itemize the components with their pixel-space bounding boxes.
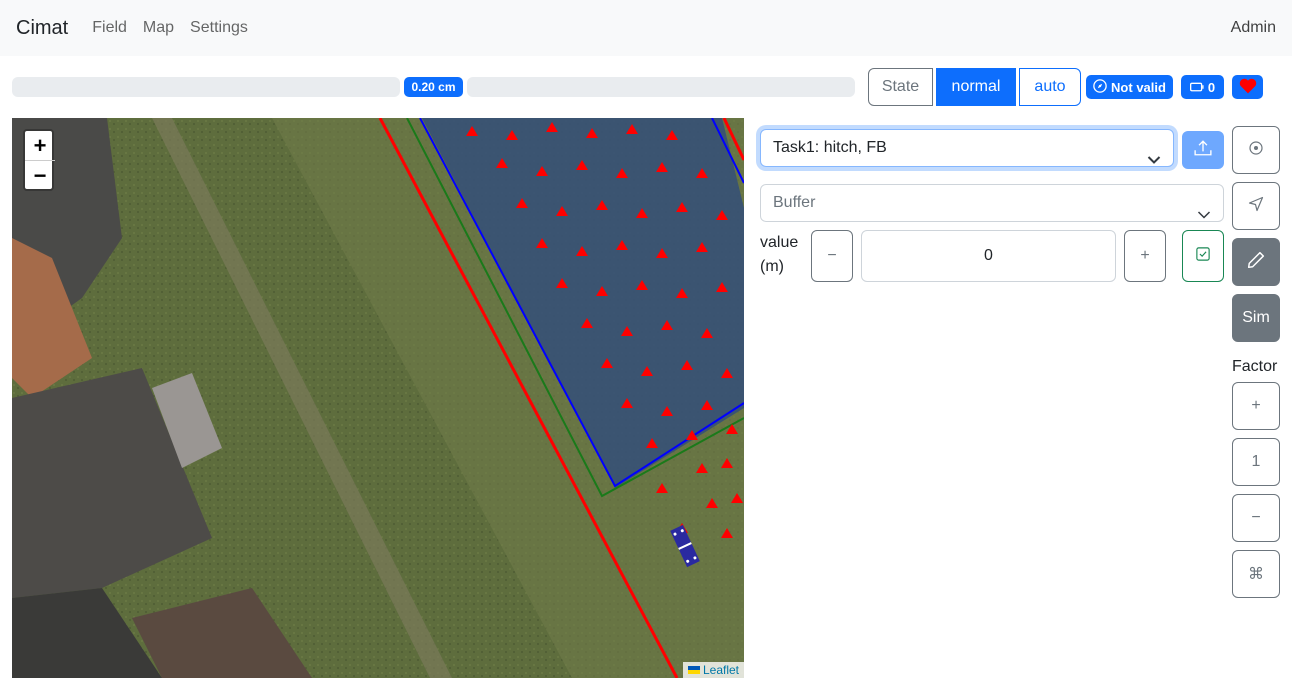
upload-button[interactable] — [1182, 131, 1224, 169]
pencil-icon — [1247, 251, 1265, 274]
chevron-down-icon — [1197, 198, 1211, 234]
buffer-select-value: Buffer — [773, 194, 816, 211]
value-input[interactable]: 0 — [861, 230, 1116, 282]
sim-button[interactable]: Sim — [1232, 294, 1280, 342]
value-label: value (m) — [760, 231, 798, 279]
value-decrement-button[interactable]: − — [811, 230, 853, 282]
zoom-in-button[interactable]: + — [25, 131, 55, 160]
mode-normal-button[interactable]: normal — [936, 68, 1016, 106]
chevron-down-icon — [1147, 143, 1161, 179]
factor-increment-button[interactable]: + — [1232, 382, 1280, 430]
xtrack-bar-left — [12, 77, 400, 97]
map[interactable]: + − Leaflet — [12, 118, 744, 678]
edit-button[interactable] — [1232, 238, 1280, 286]
mode-auto-button[interactable]: auto — [1019, 68, 1081, 106]
navigation-icon — [1248, 196, 1264, 217]
validity-badge: Not valid — [1086, 75, 1173, 99]
value-label-line2: (m) — [760, 258, 784, 275]
state-button[interactable]: State — [868, 68, 933, 106]
navbar: Cimat Field Map Settings Admin — [0, 0, 1292, 56]
confirm-button[interactable] — [1182, 230, 1224, 282]
task-select[interactable]: Task1: hitch, FB — [760, 129, 1174, 167]
mode-button-group: State normal auto — [868, 68, 1081, 106]
heartbeat-badge — [1232, 75, 1263, 99]
check-square-icon — [1196, 246, 1210, 266]
compass-icon — [1093, 78, 1107, 96]
locate-button[interactable] — [1232, 126, 1280, 174]
battery-count: 0 — [1207, 79, 1216, 95]
heart-icon — [1239, 78, 1257, 97]
navigate-button[interactable] — [1232, 182, 1280, 230]
zoom-out-button[interactable]: − — [25, 160, 55, 189]
command-button[interactable]: ⌘ — [1232, 550, 1280, 598]
task-select-value: Task1: hitch, FB — [773, 139, 887, 156]
battery-badge: 0 — [1181, 75, 1224, 99]
validity-text: Not valid — [1111, 79, 1166, 95]
nav-settings[interactable]: Settings — [190, 19, 248, 37]
value-label-line1: value — [760, 234, 799, 251]
brand[interactable]: Cimat — [16, 17, 68, 40]
nav-user-admin[interactable]: Admin — [1231, 19, 1276, 37]
factor-label: Factor — [1232, 358, 1278, 375]
factor-decrement-button[interactable]: − — [1232, 494, 1280, 542]
xtrack-badge: 0.20 cm — [404, 77, 463, 97]
buffer-select[interactable]: Buffer — [760, 184, 1224, 222]
upload-icon — [1194, 139, 1212, 162]
xtrack-bar-right — [467, 77, 855, 97]
factor-value: 1 — [1232, 438, 1280, 486]
map-canvas — [12, 118, 744, 678]
target-icon — [1248, 140, 1264, 161]
zoom-control: + − — [23, 129, 55, 191]
map-attribution: Leaflet — [682, 662, 744, 678]
ukraine-flag-icon — [687, 666, 700, 674]
value-increment-button[interactable]: + — [1124, 230, 1166, 282]
battery-icon — [1189, 80, 1204, 95]
leaflet-link[interactable]: Leaflet — [703, 663, 739, 677]
nav-field[interactable]: Field — [92, 19, 127, 37]
nav-map[interactable]: Map — [143, 19, 174, 37]
